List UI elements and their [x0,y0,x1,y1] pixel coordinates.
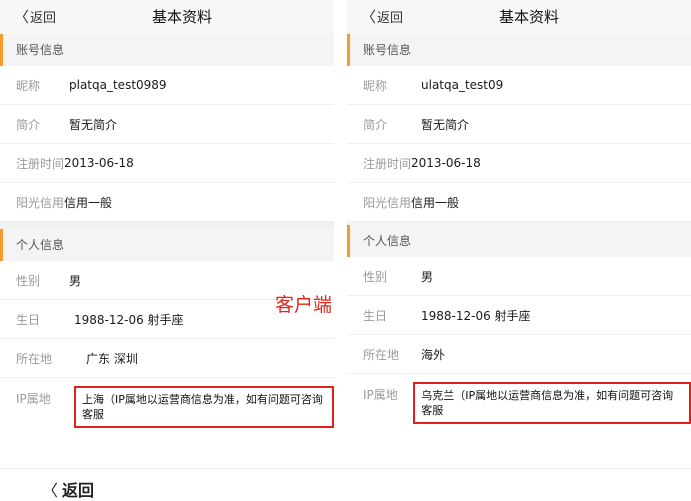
back-button[interactable]: 〈返回 [361,0,403,36]
chevron-left-icon: 〈 [42,481,59,500]
chevron-left-icon: 〈 [14,8,30,26]
ip-location-value-highlighted: 乌克兰（IP属地以运营商信息为准，如有问题可咨询客服 [413,382,691,424]
bottom-divider [0,468,691,469]
row-location[interactable]: 所在地 广东 深圳 [0,339,334,378]
bottom-back-button[interactable]: 〈返回 [42,477,94,501]
nickname-value: ulatqa_test09 [421,78,504,92]
nickname-label: 昵称 [16,78,41,93]
registration-label: 注册时间 [363,156,412,171]
nickname-label: 昵称 [363,78,388,93]
credit-value: 信用一般 [411,195,460,210]
row-credit[interactable]: 阳光信用 信用一般 [0,183,334,222]
row-registration: 注册时间 2013-06-18 [0,144,334,183]
ip-location-label: IP属地 [16,392,51,406]
ip-location-value-highlighted: 上海（IP属地以运营商信息为准，如有问题可咨询客服 [74,386,334,428]
credit-value: 信用一般 [64,195,113,210]
intro-label: 简介 [16,117,41,132]
location-label: 所在地 [16,351,53,366]
section-gap [0,222,334,229]
row-nickname[interactable]: 昵称 platqa_test0989 [0,66,334,105]
section-personal: 个人信息 [347,225,691,257]
section-account: 账号信息 [347,34,691,66]
intro-label: 简介 [363,117,388,132]
gender-label: 性别 [16,273,41,288]
back-label: 返回 [30,11,57,26]
row-ip-location: IP属地 上海（IP属地以运营商信息为准，如有问题可咨询客服 [0,378,334,430]
gender-value: 男 [69,273,82,288]
location-value: 海外 [421,347,446,362]
birthday-label: 生日 [363,308,388,323]
row-registration: 注册时间 2013-06-18 [347,144,691,183]
gender-value: 男 [421,269,434,284]
gender-label: 性别 [363,269,388,284]
row-location[interactable]: 所在地 海外 [347,335,691,374]
birthday-value: 1988-12-06 射手座 [421,308,531,323]
registration-value: 2013-06-18 [411,156,481,170]
row-credit[interactable]: 阳光信用 信用一般 [347,183,691,222]
birthday-label: 生日 [16,312,41,327]
credit-label: 阳光信用 [363,195,412,210]
profile-panel-right: 〈返回 基本资料 账号信息 昵称 ulatqa_test09 简介 暂无简介 注… [347,0,691,455]
back-button[interactable]: 〈返回 [14,0,56,36]
chevron-left-icon: 〈 [361,8,377,26]
nav-bar: 〈返回 基本资料 [347,0,691,34]
row-nickname[interactable]: 昵称 ulatqa_test09 [347,66,691,105]
row-intro[interactable]: 简介 暂无简介 [347,105,691,144]
bottom-back-label: 返回 [62,481,95,500]
location-value: 广东 深圳 [86,351,138,366]
client-annotation-label: 客户端 [275,294,333,316]
back-label: 返回 [377,11,404,26]
row-intro[interactable]: 简介 暂无简介 [0,105,334,144]
credit-label: 阳光信用 [16,195,65,210]
nickname-value: platqa_test0989 [69,78,167,92]
location-label: 所在地 [363,347,400,362]
intro-value: 暂无简介 [421,117,470,132]
profile-panel-left: 〈返回 基本资料 账号信息 昵称 platqa_test0989 简介 暂无简介… [0,0,334,455]
section-personal: 个人信息 [0,229,334,261]
row-birthday[interactable]: 生日 1988-12-06 射手座 [347,296,691,335]
intro-value: 暂无简介 [69,117,118,132]
nav-bar: 〈返回 基本资料 [0,0,334,34]
row-ip-location: IP属地 乌克兰（IP属地以运营商信息为准，如有问题可咨询客服 [347,374,691,426]
section-account: 账号信息 [0,34,334,66]
ip-location-label: IP属地 [363,388,398,402]
birthday-value: 1988-12-06 射手座 [74,312,184,327]
registration-value: 2013-06-18 [64,156,134,170]
registration-label: 注册时间 [16,156,65,171]
row-gender[interactable]: 性别 男 [347,257,691,296]
